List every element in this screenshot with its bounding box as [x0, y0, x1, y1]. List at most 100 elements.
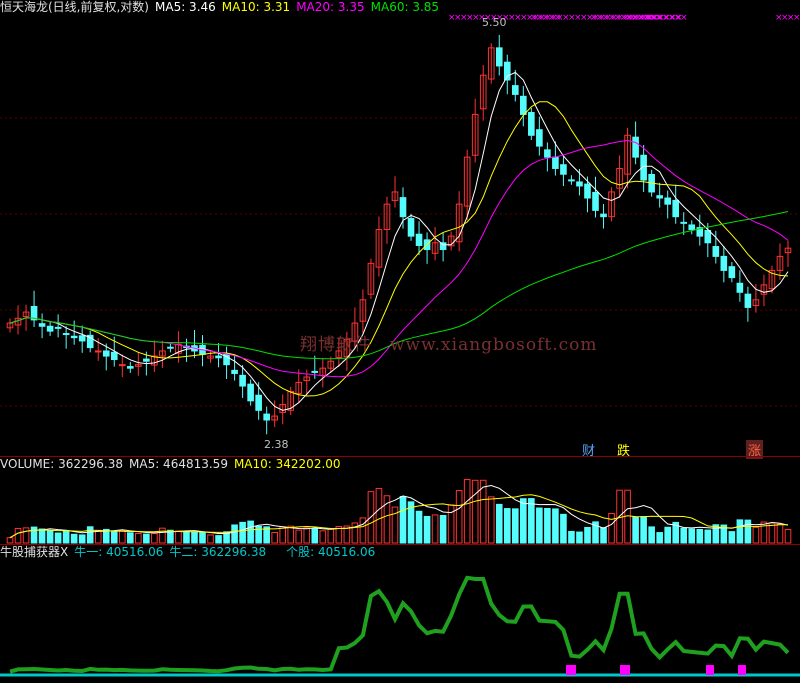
candle-body	[728, 266, 736, 279]
candle-body	[127, 366, 134, 369]
volume-bar	[536, 507, 543, 544]
volume-bar	[207, 534, 214, 544]
volume-bar	[54, 532, 62, 544]
volume-bar	[46, 530, 54, 544]
volume-bar	[479, 479, 487, 544]
volume-bar	[447, 504, 455, 544]
ma5-readout: MA5: 3.46	[155, 0, 216, 14]
volume-bar	[271, 531, 278, 544]
candle-body	[704, 230, 712, 244]
volume-bar	[399, 496, 407, 544]
volume-bar	[6, 537, 14, 544]
candle-body	[94, 350, 102, 353]
indicator-chart[interactable]	[0, 545, 800, 683]
volume-bar	[528, 498, 535, 544]
candle-body	[215, 355, 222, 359]
candle-body	[110, 351, 118, 360]
volume-bar	[696, 529, 704, 544]
volume-bar	[712, 524, 720, 544]
candle-body	[568, 179, 575, 182]
candle-body	[664, 197, 671, 205]
volume-ma10-line	[9, 494, 788, 539]
candle-body	[495, 47, 503, 67]
volume-bar	[86, 526, 94, 544]
candle-body	[656, 195, 663, 199]
volume-bar	[70, 533, 78, 544]
indicator-name: 牛股捕获器X	[0, 545, 69, 559]
candle-body	[263, 413, 270, 421]
watermark-url: www.xiangbosoft.com	[390, 335, 598, 355]
volume-bar	[151, 532, 158, 544]
volume-bar	[487, 496, 495, 544]
volume-ma5-readout: MA5: 464813.59	[129, 457, 228, 471]
candle-body	[38, 323, 46, 327]
candle-body	[511, 85, 519, 95]
niu2-readout: 牛二: 362296.38	[169, 545, 267, 559]
volume-bar	[14, 527, 22, 544]
volume-bar	[143, 533, 150, 544]
volume-bar	[247, 520, 254, 544]
volume-bar	[303, 527, 311, 544]
volume-bar	[503, 508, 511, 544]
ma20-readout: MA20: 3.35	[296, 0, 365, 14]
volume-bar	[640, 516, 647, 544]
candle-body	[632, 136, 639, 158]
candle-body	[520, 95, 527, 115]
volume-bar	[511, 508, 519, 544]
volume-bar	[110, 531, 118, 544]
high-price-label: 5.50	[482, 16, 507, 29]
signal-marker: ×	[554, 13, 562, 23]
volume-bar	[279, 526, 287, 544]
candle-body	[143, 358, 150, 362]
candle-body	[167, 346, 174, 349]
volume-bar	[768, 522, 776, 544]
indicator-chart-pane[interactable]: 牛股捕获器X 牛一: 40516.06 牛二: 362296.38 个股: 40516…	[0, 544, 800, 683]
candle-body	[544, 149, 551, 158]
volume-bar	[471, 479, 479, 544]
price-chart[interactable]: ××××××××××××××××××××××××××××××××××××××× ×…	[0, 0, 800, 456]
volume-bar	[760, 521, 768, 544]
candle-body	[576, 181, 583, 187]
volume-bar	[62, 530, 70, 544]
candle-body	[584, 183, 591, 199]
candle-body	[503, 61, 511, 81]
volume-bar	[784, 529, 792, 544]
volume-bar	[239, 521, 246, 544]
price-legend: 恒天海龙(日线,前复权,对数) MA5: 3.46 MA10: 3.31 MA20: …	[0, 0, 445, 14]
candle-body	[54, 326, 62, 329]
volume-bar	[728, 531, 736, 544]
volume-bar	[38, 528, 46, 544]
candle-body	[528, 112, 535, 136]
volume-bar	[191, 531, 198, 544]
candle-body	[415, 233, 423, 246]
volume-bar	[632, 516, 639, 544]
volume-bar	[736, 519, 744, 544]
candle-body	[552, 156, 559, 169]
candle-body	[744, 293, 752, 308]
candle-body	[231, 369, 238, 374]
indicator-signal-block	[566, 665, 576, 675]
candle-body	[536, 129, 543, 147]
candle-body	[672, 199, 680, 218]
indicator-signal-block	[620, 665, 630, 675]
volume-bar	[183, 531, 190, 544]
volume-chart-pane[interactable]: VOLUME: 362296.38 MA5: 464813.59 MA10: 342…	[0, 456, 800, 545]
candle-body	[592, 191, 599, 211]
candle-body	[118, 364, 126, 367]
volume-bar	[560, 513, 567, 544]
volume-bar	[439, 514, 447, 544]
price-chart-pane[interactable]: × × × × × × × × × × × × × × × × × × × × × × × × × × × × × × × × × × × × × × × ×…	[0, 0, 800, 459]
volume-bar	[359, 517, 367, 544]
candle-body	[736, 282, 744, 293]
volume-bar	[744, 519, 752, 544]
volume-bar	[423, 515, 431, 544]
volume-bar	[680, 527, 688, 544]
stock-title: 恒天海龙(日线,前复权,对数)	[0, 0, 149, 14]
indicator-signal-block	[706, 665, 714, 675]
low-price-label: 2.38	[264, 438, 289, 451]
volume-bar	[552, 508, 559, 544]
watermark: 翔博软件 www.xiangbosoft.com	[300, 330, 616, 355]
volume-bar	[231, 524, 238, 544]
candle-body	[712, 246, 720, 257]
volume-bar	[311, 528, 319, 544]
